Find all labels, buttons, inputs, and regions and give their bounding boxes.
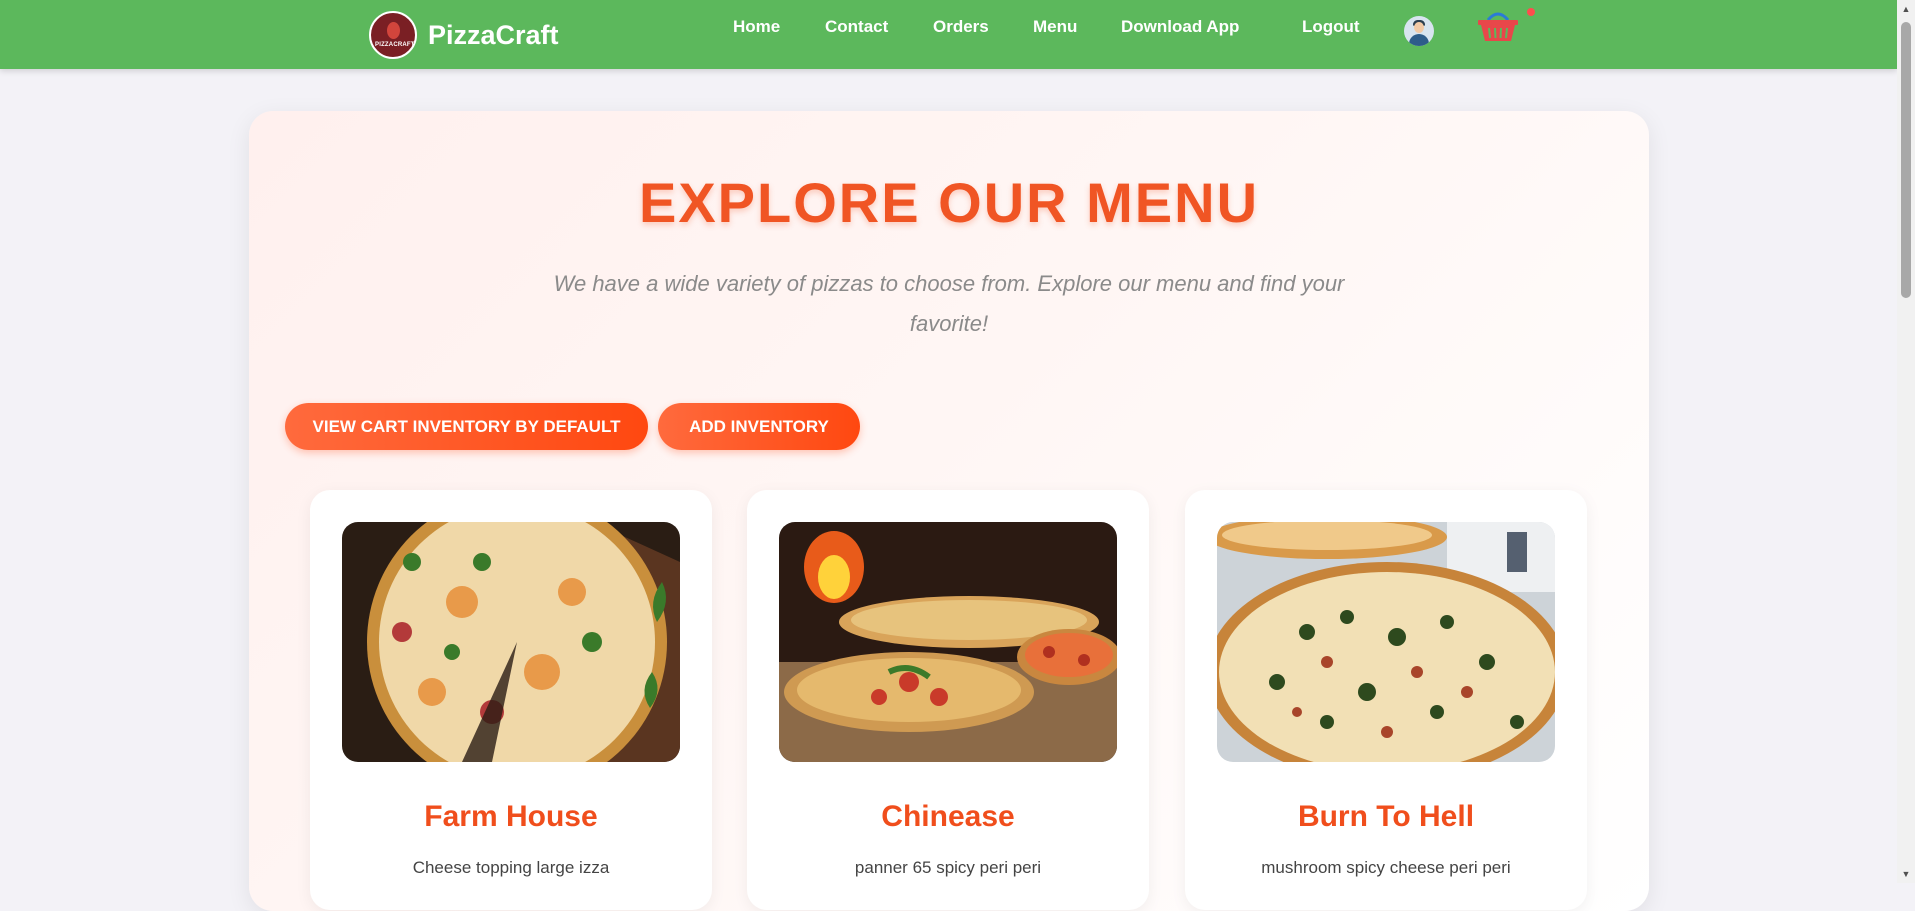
menu-item-name: Farm House bbox=[424, 800, 598, 833]
menu-item-name: Burn To Hell bbox=[1297, 800, 1475, 833]
pizza-image bbox=[1217, 522, 1555, 762]
menu-item-description: mushroom spicy cheese peri peri bbox=[1261, 858, 1511, 877]
page-scrollbar[interactable]: ▲ ▼ bbox=[1897, 0, 1915, 883]
page-subtitle: We have a wide variety of pizzas to choo… bbox=[553, 271, 1345, 336]
menu-card[interactable]: Farm House Cheese topping large izza bbox=[310, 490, 712, 910]
menu-card[interactable]: Chinease panner 65 spicy peri peri bbox=[747, 490, 1149, 910]
scroll-up-arrow-icon[interactable]: ▲ bbox=[1897, 0, 1915, 18]
nav-download-app-link[interactable]: Download App bbox=[1121, 17, 1239, 37]
brand-name[interactable]: PizzaCraft bbox=[428, 20, 559, 51]
cart-badge bbox=[1527, 8, 1535, 16]
pizzacraft-logo-icon[interactable]: PIZZACRAFT bbox=[369, 11, 417, 59]
menu-item-description: panner 65 spicy peri peri bbox=[854, 858, 1042, 877]
view-cart-inventory-button[interactable]: VIEW CART INVENTORY BY DEFAULT bbox=[285, 403, 648, 450]
nav-menu-link[interactable]: Menu bbox=[1033, 17, 1077, 37]
navbar: PIZZACRAFT PizzaCraft Home Contact Order… bbox=[0, 0, 1897, 69]
nav-home-link[interactable]: Home bbox=[733, 17, 780, 37]
page-title: EXPLORE OUR MENU bbox=[638, 171, 1260, 234]
brand[interactable]: PIZZACRAFT PizzaCraft bbox=[369, 9, 559, 61]
nav-contact-link[interactable]: Contact bbox=[825, 17, 888, 37]
shopping-basket-icon[interactable] bbox=[1474, 6, 1522, 46]
scroll-down-arrow-icon[interactable]: ▼ bbox=[1897, 865, 1915, 883]
nav-orders-link[interactable]: Orders bbox=[933, 17, 989, 37]
menu-item-description: Cheese topping large izza bbox=[412, 858, 610, 877]
nav-logout-link[interactable]: Logout bbox=[1302, 17, 1360, 37]
menu-card[interactable]: Burn To Hell mushroom spicy cheese peri … bbox=[1185, 490, 1587, 910]
pizza-image bbox=[342, 522, 680, 762]
user-avatar-icon[interactable] bbox=[1404, 16, 1434, 46]
pizza-image bbox=[779, 522, 1117, 762]
scrollbar-thumb[interactable] bbox=[1901, 22, 1911, 298]
logo-text: PIZZACRAFT bbox=[375, 42, 415, 48]
add-inventory-button[interactable]: ADD INVENTORY bbox=[658, 403, 860, 450]
menu-item-name: Chinease bbox=[881, 800, 1015, 833]
